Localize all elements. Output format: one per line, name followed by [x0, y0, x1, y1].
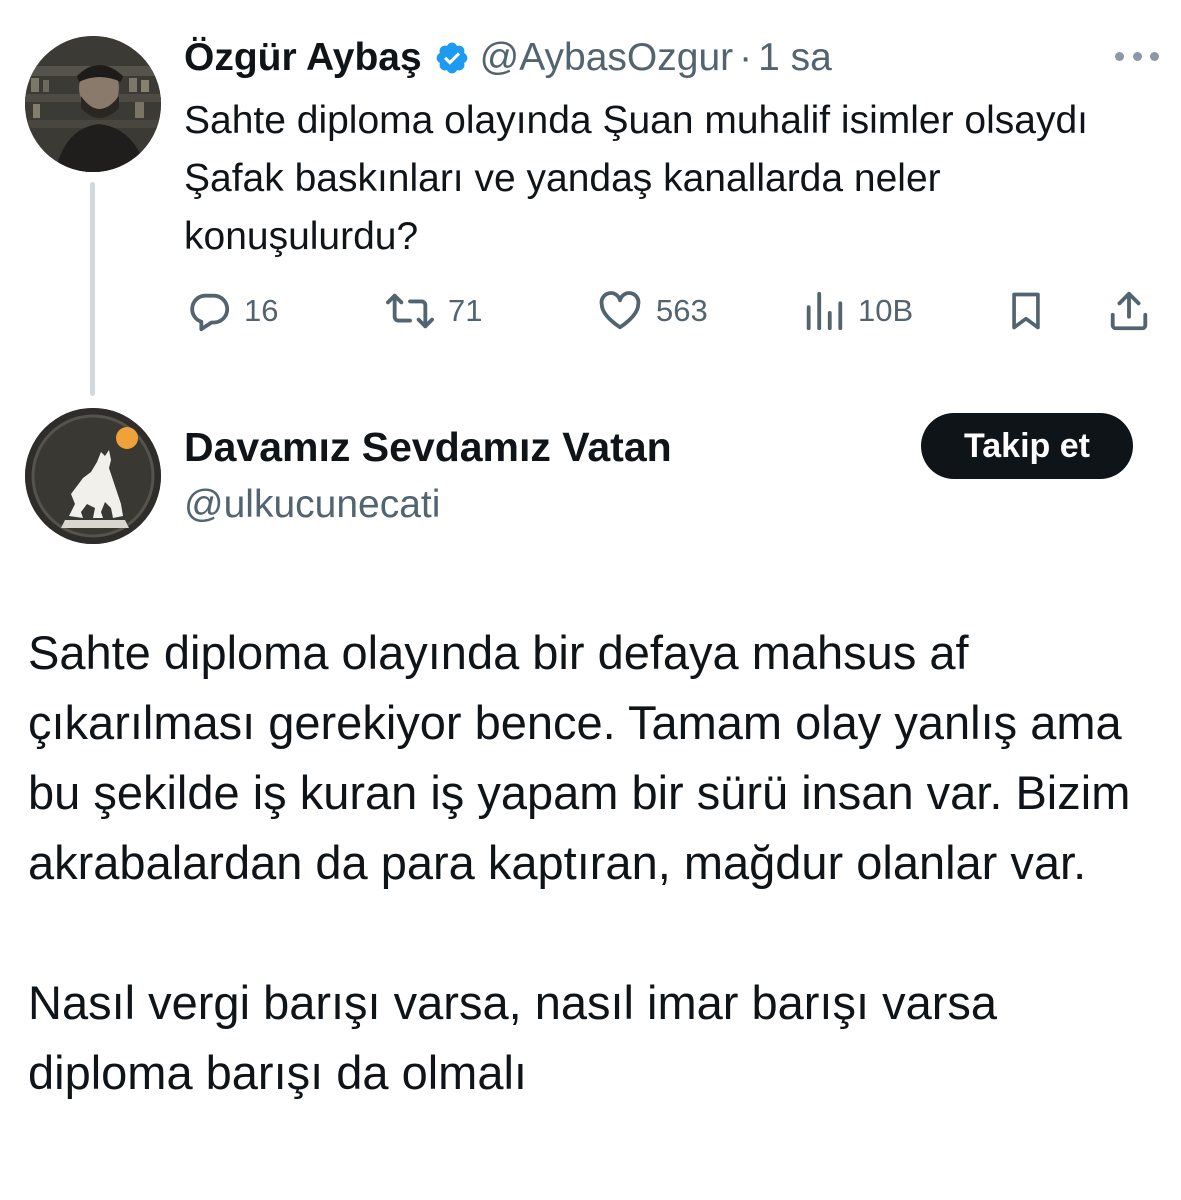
author-handle[interactable]: @AybasOzgur [480, 36, 733, 80]
like-icon [599, 291, 641, 330]
follow-button[interactable]: Takip et [921, 413, 1133, 479]
separator-dot: · [739, 36, 753, 79]
thread-connector-line [90, 182, 95, 396]
bookmark-icon [1012, 292, 1040, 330]
avatar-ozgur-aybas[interactable] [25, 36, 161, 172]
like-count: 563 [656, 293, 708, 328]
more-dot [1150, 51, 1159, 61]
tweet-body: Sahte diploma olayında bir defaya mahsus… [28, 618, 1148, 1108]
bookmark-button[interactable] [1004, 284, 1048, 338]
retweet-count: 71 [448, 293, 483, 328]
share-icon [1110, 291, 1148, 331]
tweet-text: Sahte diploma olayında Şuan muhalif isim… [184, 99, 1088, 258]
avatar-ulkucunecati[interactable] [25, 408, 161, 544]
author-name[interactable]: Davamız Sevdamız Vatan [184, 418, 672, 476]
like-button[interactable]: 563 [596, 284, 708, 338]
views-count: 10B [858, 293, 914, 328]
retweet-button[interactable]: 71 [384, 284, 482, 338]
verified-badge-icon [436, 42, 468, 74]
views-button[interactable]: 10B [802, 284, 913, 338]
author-handle[interactable]: @ulkucunecati [184, 476, 440, 534]
more-icon[interactable] [1115, 44, 1159, 68]
retweet-icon [386, 293, 434, 329]
tweet-timestamp[interactable]: 1 sa [758, 36, 832, 80]
more-dot [1115, 51, 1124, 61]
tweet-header: Özgür Aybaş @AybasOzgur · 1 sa [184, 28, 832, 88]
views-icon [806, 291, 843, 331]
reply-count: 16 [244, 293, 279, 328]
reply-button[interactable]: 16 [186, 284, 278, 338]
more-dot [1132, 51, 1142, 61]
tweet-paragraph: Nasıl vergi barışı varsa, nasıl imar bar… [28, 976, 998, 1099]
tweet-action-bar: 16 71 563 10B [184, 284, 1154, 338]
share-button[interactable] [1106, 284, 1152, 338]
avatar-photo [25, 36, 161, 172]
author-name[interactable]: Özgür Aybaş [184, 36, 422, 80]
tweet-paragraph: Sahte diploma olayında bir defaya mahsus… [28, 626, 1131, 889]
avatar-wolf-logo [25, 408, 161, 544]
reply-icon [190, 293, 230, 332]
